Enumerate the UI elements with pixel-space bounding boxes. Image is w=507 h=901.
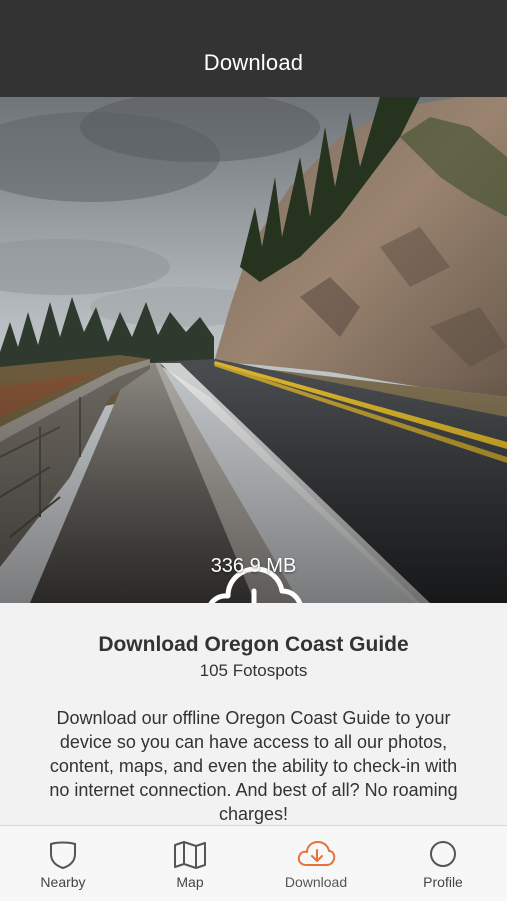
hero-image: 336.9 MB [0, 97, 507, 603]
coastal-road-photo [0, 97, 507, 603]
tab-profile[interactable]: Profile [380, 826, 506, 901]
tab-bar: Nearby Map Download Profile [0, 825, 507, 901]
cloud-download-icon [297, 841, 336, 866]
tab-nearby[interactable]: Nearby [0, 826, 126, 901]
tab-nearby-label: Nearby [40, 874, 86, 890]
map-icon [174, 841, 206, 869]
tab-download-label: Download [284, 874, 348, 890]
tab-map-label: Map [176, 874, 204, 890]
guide-title: Download Oregon Coast Guide [98, 633, 409, 656]
shield-icon [50, 841, 76, 870]
guide-info: Download Oregon Coast Guide 105 Fotospot… [0, 603, 507, 825]
tab-download[interactable]: Download [253, 826, 379, 901]
guide-description: Download our offline Oregon Coast Guide … [49, 708, 458, 824]
tab-map[interactable]: Map [127, 826, 253, 901]
fotospot-count: 105 Fotospots [199, 661, 308, 680]
top-bar: Download [0, 0, 507, 97]
page-title: Download [203, 50, 304, 75]
download-size: 336.9 MB [210, 555, 297, 577]
profile-icon [430, 841, 456, 867]
tab-profile-label: Profile [423, 874, 463, 890]
